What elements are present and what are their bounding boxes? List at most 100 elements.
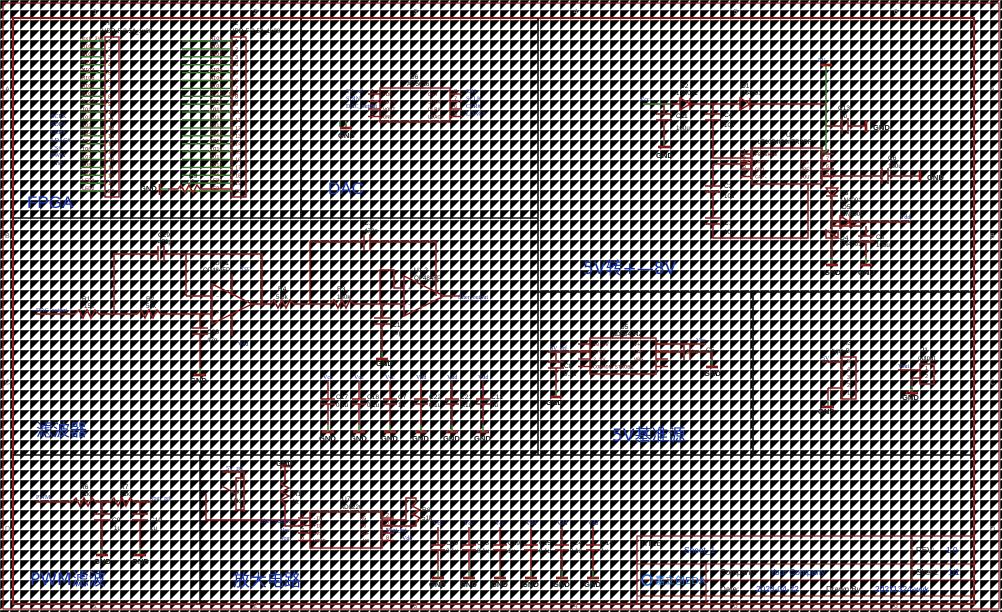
gnd-label: GND [381,434,398,443]
gnd-label-c9: GND [94,557,111,566]
border-row-mark: B [990,233,995,240]
ic-pin-label: CAP [634,350,643,356]
border-col-mark: 2 [253,9,257,16]
header-net-label: IO4 [82,131,91,137]
header-net-label: IO6 [82,147,91,153]
ic-pin-label: RG [360,516,366,522]
decoupling-ref: C22 [429,394,441,401]
header-pin-number: 2 [235,47,238,53]
decoupling-value: 0.1u [429,402,442,409]
ic-pin-label: CLR# [428,107,440,113]
c16-value: 470p [364,228,378,235]
h1-value: HDR-F-2.54_1x20 [102,28,153,35]
net-pwm: PWM [51,153,66,159]
border-col-mark: 5 [734,9,738,16]
u11-ref: U1.1 [215,260,229,267]
header-net-label: IO13 [210,123,222,129]
net-vout-ref-amp: Vout_ref [386,527,407,534]
gnd-label: GND [491,580,508,589]
net-vcc-conv: Vcc [640,97,650,103]
border-row-mark: D [990,526,995,533]
header-pin-number: 17 [235,165,241,171]
decoupling-value: 0.1u [539,548,552,555]
rp1-ref: RP1 [230,490,243,497]
header-net-label: IO16 [210,147,222,153]
net-vcc-u5: Vcc [696,338,706,344]
decoupling-net-label: Vdd [447,375,457,381]
r9-value: 0 [191,179,195,186]
c2-value: 10u [724,193,735,200]
ic-pin-label: VOUT [313,539,325,545]
c3-value: 100u [876,242,890,249]
gnd-label: GND [460,580,477,589]
border-col-mark: 3 [413,9,417,16]
header-pin-number: 19 [235,181,241,187]
u11-vcc: Vcc [240,266,250,272]
gnd-label-c15: GND [376,359,393,368]
section-label-dac: DAC [328,179,364,198]
ic-net-label: SDIN [346,97,361,103]
header-net-label: IO7 [82,155,91,161]
rev-label: REV: [916,546,934,555]
sheet-value: 1/1 [948,567,960,577]
net-vout-j1: Vout [898,364,910,370]
decoupling-value: 0.1u [460,402,473,409]
schematic-sheet: 112233445566 A AB BC CD D FPGA DAC 5V转+—8V 滤… [0,0,1002,612]
connector-pin-number: 1 [925,366,928,372]
gnd-label-c10: GND [132,557,149,566]
j1-value: output [918,355,935,362]
header-pin-number: 19 [108,181,114,187]
c16-ref: C16 [364,220,376,227]
c15-value: 47p [392,330,403,337]
ic-pin-number: 6 [826,164,829,170]
c9-ref: C9 [112,517,121,524]
date-label: Date: [720,585,739,594]
header-net-label: LED3 [210,178,222,184]
ic-pin-label: 2.5V [593,357,606,363]
decoupling-net-label: Vcc [495,521,505,527]
d2-ref: D2 [680,83,689,90]
ic-pin-label: VREF [800,167,812,173]
decoupling-ref: C23 [477,540,489,547]
u11-minus: − [216,294,219,300]
header-net-label: IO10 [210,99,222,105]
title-value: Sheet_1 [684,545,716,555]
header-pin-number: 13 [235,134,241,140]
header-pin-number: 15 [235,150,241,156]
h1-ref: H1 [105,20,114,27]
ic-pin-label: V+ [634,342,640,348]
ic-pin-label: SCLK [428,100,441,106]
header-pin-number: 6 [235,79,238,85]
header-net-label: IO9 [82,170,91,176]
r1-value: 15k [84,303,95,310]
header-pin-number: 15 [108,150,114,156]
r4-value: 5.6k [276,294,289,301]
ic-pin-number: 2 [386,513,389,519]
section-label-5v-reference: 5V基准源 [612,426,685,446]
gnd-label: GND [412,434,429,443]
gnd-label-c5: GND [704,369,721,378]
ic-pin-label: CAP+ [755,160,767,166]
ic-pin-label: 5.0V [593,350,606,356]
border-row-mark: A [990,86,995,93]
c3-ref: C3 [876,234,885,241]
header-net-label: IO3 [82,123,91,129]
header-net-label: LED2 [82,186,94,192]
decoupling-net-label: Vcc [354,375,364,381]
decoupling-net-label: Vdd [526,521,536,527]
ic-pin-number: 4 [301,521,304,527]
header-pin-number: 16 [235,158,241,164]
net-rst: rst [56,161,62,167]
u11-value: OP484FP [203,267,230,274]
gnd-label-c8: GND [546,398,563,407]
border-col-mark: 2 [253,603,257,610]
c4-ref: C4 [724,112,733,119]
u12-plus: + [408,286,411,292]
decoupling-ref: C19 [508,540,520,547]
r10-ref: R10 [293,491,305,498]
ic-pin-label: REF [360,531,369,537]
r3-ref: R3 [337,286,346,293]
j1-ref: J1 [921,347,928,354]
header-net-label: IO12 [210,115,222,121]
header-net-label: MIO5 [82,76,94,82]
